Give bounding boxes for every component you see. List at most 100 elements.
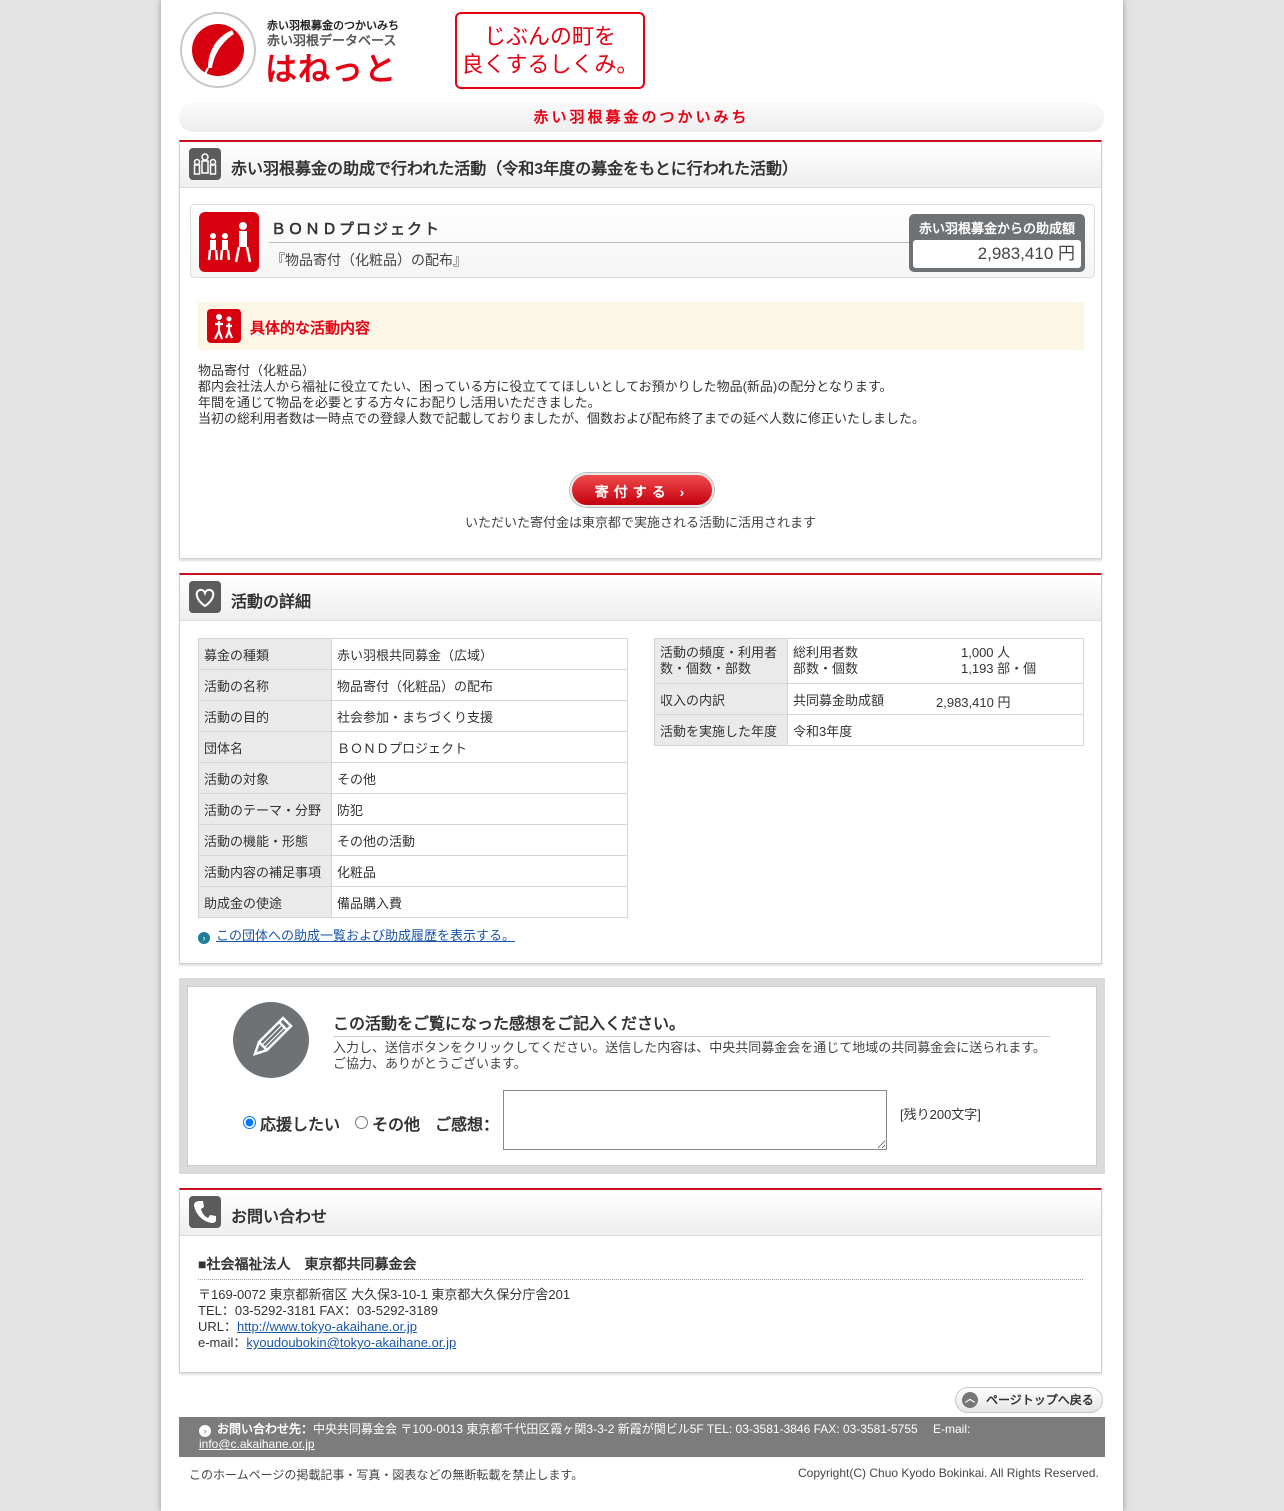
row-key: 募金の種類: [198, 638, 332, 670]
row-key: 団体名: [198, 731, 332, 763]
feedback-section: この活動をご覧になった感想をご記入ください。 入力し、送信ボタンをクリックしてく…: [179, 978, 1105, 1174]
table-row: 活動の頻度・利用者 数・個数・部数 総利用者数 1,000 人 部数・個数 1,19…: [654, 638, 1084, 684]
copyright: Copyright(C) Chuo Kyodo Bokinkai. All Ri…: [798, 1466, 1099, 1480]
page-top-button[interactable]: ︿ ページトップへ戻る: [955, 1387, 1103, 1413]
contact-url-row: URL：http://www.tokyo-akaihane.or.jp: [198, 1319, 570, 1335]
table-row: 助成金の使途 備品購入費: [198, 886, 628, 918]
footer-contact-bar: › お問い合わせ先：中央共同募金会 〒100-0013 東京都千代田区霞ヶ関3-3…: [179, 1417, 1105, 1457]
table-row: 活動のテーマ・分野 防犯: [198, 793, 628, 825]
contact-heading: お問い合わせ: [231, 1209, 328, 1226]
frequency-key: 活動の頻度・利用者 数・個数・部数: [654, 638, 788, 684]
contact-panel-header: お問い合わせ: [180, 1190, 1101, 1236]
row-value: 社会参加・まちづくり支援: [331, 700, 628, 732]
org-name: ＢＯＮＤプロジェクト: [271, 221, 442, 238]
row-key: 活動内容の補足事項: [198, 855, 332, 887]
frequency-key-line-1: 活動の頻度・利用者: [660, 645, 778, 660]
contact-email-row: e-mail：kyoudoubokin@tokyo-akaihane.or.jp: [198, 1335, 570, 1351]
table-row: 収入の内訳 共同募金助成額 2,983,410 円: [654, 683, 1084, 715]
count-row: 部数・個数 1,193 部・個: [793, 661, 1078, 677]
description-line: 都内会社法人から福祉に役立てたい、困っている方に役立ててほしいとしてお預かりした…: [198, 379, 893, 394]
project-name: 『物品寄付（化粧品）の配布』: [271, 252, 467, 268]
income-value: 共同募金助成額 2,983,410 円: [787, 683, 1084, 715]
family-icon: [199, 212, 259, 272]
slogan-banner[interactable]: じぶんの町を 良くするしくみ。: [455, 12, 645, 89]
radio-other[interactable]: その他: [355, 1111, 420, 1135]
donate-button[interactable]: 寄付する ›: [570, 473, 714, 507]
feedback-instructions: 入力し、送信ボタンをクリックしてください。送信した内容は、中央共同募金会を通じて…: [333, 1040, 1046, 1072]
page-top-label: ページトップへ戻る: [986, 1393, 1094, 1407]
history-link-row: › この団体への助成一覧および助成履歴を表示する。: [198, 925, 515, 944]
footer-contact-label: お問い合わせ先：: [217, 1422, 314, 1436]
arrow-right-icon: ›: [198, 932, 210, 944]
walking-people-icon: [207, 309, 241, 343]
users-row: 総利用者数 1,000 人: [793, 645, 1078, 661]
grant-amount: 2,983,410 円: [913, 240, 1081, 268]
contact-tel-fax: TEL：03-5292-3181 FAX：03-5292-3189: [198, 1303, 438, 1318]
details-heading: 活動の詳細: [231, 594, 312, 611]
income-label: 共同募金助成額: [793, 692, 885, 708]
row-key: 活動の目的: [198, 700, 332, 732]
feedback-text-line-2: ご協力、ありがとうございます。: [333, 1056, 527, 1071]
users-label: 総利用者数: [793, 645, 859, 660]
frequency-value: 総利用者数 1,000 人 部数・個数 1,193 部・個: [787, 638, 1084, 684]
year-key: 活動を実施した年度: [654, 714, 788, 746]
feather-icon: [203, 30, 234, 77]
row-key: 活動の対象: [198, 762, 332, 794]
row-key: 活動の機能・形態: [198, 824, 332, 856]
grant-history-link[interactable]: この団体への助成一覧および助成履歴を表示する。: [216, 928, 515, 943]
income-key: 収入の内訳: [654, 683, 788, 715]
contact-details: 〒169-0072 東京都新宿区 大久保3-10-1 東京都大久保分庁舎201 …: [198, 1287, 570, 1351]
frequency-key-line-2: 数・個数・部数: [660, 661, 752, 676]
chevron-up-icon: ︿: [962, 1392, 978, 1408]
table-row: 活動の対象 その他: [198, 762, 628, 794]
activity-panel: 赤い羽根募金の助成で行われた活動（令和3年度の募金をもとに行われた活動） ＢＯＮ…: [179, 140, 1102, 559]
grant-label: 赤い羽根募金からの助成額: [918, 221, 1075, 236]
activity-panel-header: 赤い羽根募金の助成で行われた活動（令和3年度の募金をもとに行われた活動）: [180, 142, 1101, 188]
contact-address: 〒169-0072 東京都新宿区 大久保3-10-1 東京都大久保分庁舎201: [198, 1287, 571, 1302]
count-value: 1,193 部・個: [961, 661, 1037, 676]
radio-support[interactable]: 応援したい: [243, 1111, 340, 1135]
radio-other-label: その他: [372, 1117, 421, 1134]
row-value: その他の活動: [331, 824, 628, 856]
phone-icon: [189, 1196, 221, 1228]
table-row: 活動の機能・形態 その他の活動: [198, 824, 628, 856]
arrow-right-icon: ›: [199, 1425, 211, 1437]
hanet-logo-emblem[interactable]: [180, 12, 256, 88]
page: 赤い羽根募金のつかいみち 赤い羽根データベース はねっと じぶんの町を 良くする…: [161, 0, 1123, 1511]
logo-hanet[interactable]: はねっと: [265, 44, 397, 90]
details-table-right: 活動の頻度・利用者 数・個数・部数 総利用者数 1,000 人 部数・個数 1,19…: [654, 638, 1084, 746]
heart-icon: [189, 581, 221, 613]
row-value: その他: [331, 762, 628, 794]
description-line: 年間を通じて物品を必要とする方々にお配りし活用いただきました。: [198, 395, 601, 410]
contact-email-link[interactable]: kyoudoubokin@tokyo-akaihane.or.jp: [246, 1335, 456, 1350]
footer-email-link[interactable]: info@c.akaihane.or.jp: [199, 1437, 315, 1451]
details-panel-header: 活動の詳細: [180, 575, 1101, 621]
table-row: 募金の種類 赤い羽根共同募金（広域）: [198, 638, 628, 670]
income-amount: 2,983,410 円: [936, 695, 1011, 710]
description-line: 当初の総利用者数は一時点での登録人数で記載しておりましたが、個数および配布終了ま…: [198, 411, 925, 426]
table-row: 活動を実施した年度 令和3年度: [654, 714, 1084, 746]
pencil-icon: [233, 1002, 309, 1078]
contact-url-link[interactable]: http://www.tokyo-akaihane.or.jp: [237, 1319, 417, 1334]
copyright-notice: このホームページの掲載記事・写真・図表などの無断転載を禁止します。: [189, 1468, 584, 1482]
url-label: URL：: [198, 1319, 238, 1334]
radio-support-label: 応援したい: [260, 1117, 341, 1134]
table-row: 団体名 ＢＯＮＤプロジェクト: [198, 731, 628, 763]
users-value: 1,000 人: [961, 645, 1011, 660]
radio-other-input[interactable]: [355, 1116, 368, 1129]
row-key: 助成金の使途: [198, 886, 332, 918]
table-row: 活動の名称 物品寄付（化粧品）の配布: [198, 669, 628, 701]
comment-textarea[interactable]: [503, 1090, 887, 1150]
table-row: 活動の目的 社会参加・まちづくり支援: [198, 700, 628, 732]
grant-box: 赤い羽根募金からの助成額 2,983,410 円: [909, 214, 1085, 272]
details-table-left: 募金の種類 赤い羽根共同募金（広域） 活動の名称 物品寄付（化粧品）の配布 活動の目…: [198, 638, 628, 918]
activity-description: 物品寄付（化粧品） 都内会社法人から福祉に役立てたい、困っている方に役立ててほし…: [198, 363, 1078, 427]
comment-label: ご感想：: [435, 1117, 500, 1134]
table-row: 活動内容の補足事項 化粧品: [198, 855, 628, 887]
contact-org: ■社会福祉法人 東京都共同募金会: [198, 1254, 1083, 1280]
project-card: ＢＯＮＤプロジェクト 『物品寄付（化粧品）の配布』 赤い羽根募金からの助成額 2…: [190, 204, 1095, 278]
radio-support-input[interactable]: [243, 1116, 256, 1129]
row-value: 赤い羽根共同募金（広域）: [331, 638, 628, 670]
people-icon: [189, 148, 221, 180]
divider: [269, 242, 909, 243]
